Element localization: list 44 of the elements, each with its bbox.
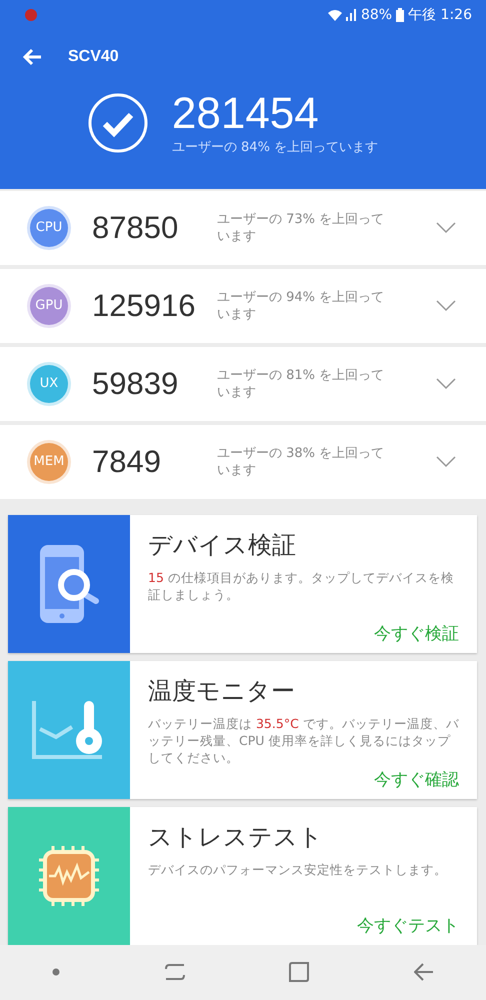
card-description: バッテリー温度は 35.5°C です。バッテリー温度、バッテリー残量、CPU 使用率を詳しく見るにはタップしてください。 (148, 714, 459, 766)
category-percentile: ユーザーの 73% を上回っています (217, 210, 386, 245)
category-score: 59839 (92, 366, 180, 402)
feature-card[interactable]: デバイス検証 15 の仕様項目があります。タップしてデバイスを検証しましょう。 今すぐ検証 (8, 514, 477, 653)
score-row[interactable]: CPU 87850 ユーザーの 73% を上回っています (0, 190, 486, 265)
check-circle-icon (88, 93, 148, 153)
battery-percent: 88% (360, 7, 392, 23)
category-score: 125916 (92, 288, 196, 324)
app-notification-icon (24, 8, 38, 22)
back-icon[interactable] (414, 962, 434, 982)
category-percentile: ユーザーの 94% を上回っています (217, 288, 386, 323)
recent-apps-icon[interactable] (164, 962, 185, 982)
expand-chevron-icon[interactable] (436, 378, 456, 390)
card-title: デバイス検証 (148, 530, 297, 561)
category-score: 7849 (92, 444, 162, 480)
category-percentile: ユーザーの 38% を上回っています (217, 444, 386, 479)
category-badge: MEM (30, 442, 68, 481)
total-percentile: ユーザーの 84% を上回っています (172, 139, 378, 156)
card-description: 15 の仕様項目があります。タップしてデバイスを検証しましょう。 (148, 568, 455, 603)
expand-chevron-icon[interactable] (436, 222, 456, 234)
phone-search-icon (38, 542, 100, 625)
home-icon[interactable] (289, 962, 310, 982)
device-title: SCV40 (68, 48, 119, 66)
total-score: 281454 (172, 90, 320, 138)
card-title: ストレステスト (148, 822, 324, 853)
category-badge: CPU (30, 208, 68, 247)
expand-chevron-icon[interactable] (436, 300, 456, 312)
back-arrow-icon[interactable] (22, 48, 42, 66)
score-row[interactable]: GPU 125916 ユーザーの 94% を上回っています (0, 268, 486, 343)
category-score: 87850 (92, 210, 180, 246)
expand-chevron-icon[interactable] (436, 456, 456, 468)
category-percentile: ユーザーの 81% を上回っています (217, 366, 386, 401)
feature-card[interactable]: 温度モニター バッテリー温度は 35.5°C です。バッテリー温度、バッテリー残量、CPU 使用率を詳しく見るにはタップしてください。 今すぐ確認 (8, 660, 477, 799)
clock: 午後 1:26 (408, 6, 472, 24)
feature-card[interactable]: ストレステスト デバイスのパフォーマンス安定性をテストします。 今すぐテスト (8, 806, 477, 945)
category-badge: UX (30, 364, 68, 403)
wifi-signal-icon (326, 8, 357, 22)
dot-icon[interactable] (52, 968, 60, 976)
card-description: デバイスのパフォーマンス安定性をテストします。 (148, 860, 448, 878)
score-row[interactable]: UX 59839 ユーザーの 81% を上回っています (0, 346, 486, 421)
battery-icon (396, 8, 404, 22)
category-badge: GPU (30, 286, 68, 325)
score-row[interactable]: MEM 7849 ユーザーの 38% を上回っています (0, 424, 486, 499)
card-title: 温度モニター (148, 676, 296, 707)
